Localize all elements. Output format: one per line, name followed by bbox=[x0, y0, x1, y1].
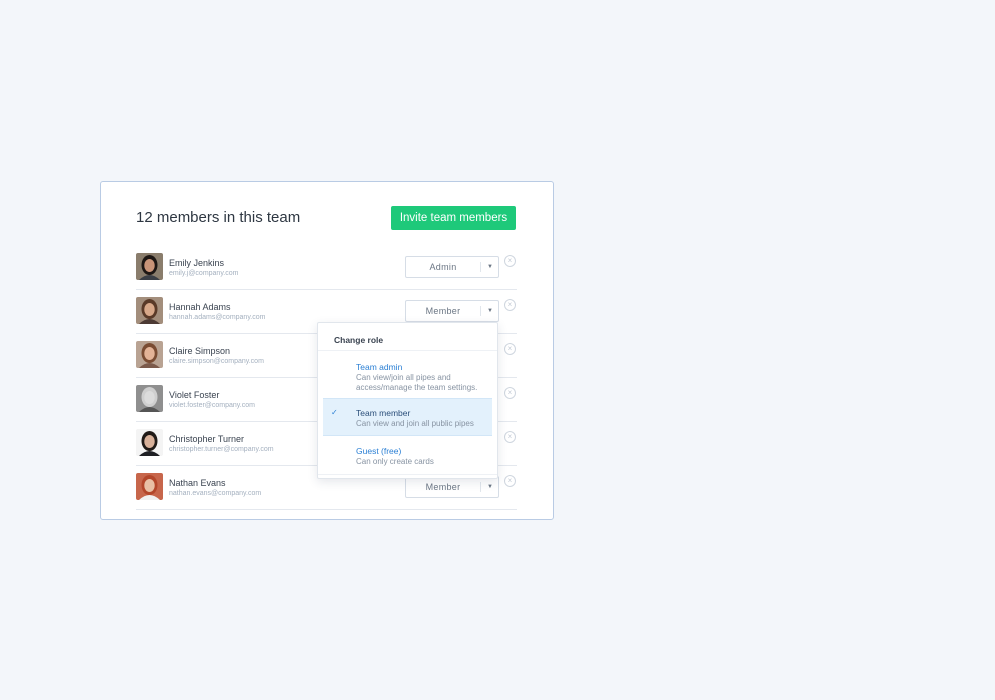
role-option-description: Can only create cards bbox=[356, 457, 434, 466]
role-select-value: Member bbox=[425, 306, 461, 316]
avatar bbox=[136, 253, 163, 280]
avatar bbox=[136, 341, 163, 368]
member-email: violet.foster@company.com bbox=[169, 402, 255, 409]
role-option-title: Guest (free) bbox=[356, 446, 402, 456]
role-option-team-admin[interactable]: Team admin Can view/join all pipes and a… bbox=[323, 356, 492, 396]
member-name: Violet Foster bbox=[169, 390, 220, 400]
avatar bbox=[136, 429, 163, 456]
caret-down-icon: ▼ bbox=[487, 264, 493, 270]
remove-member-icon[interactable]: × bbox=[504, 343, 516, 355]
member-name: Christopher Turner bbox=[169, 434, 245, 444]
page-title: 12 members in this team bbox=[136, 209, 301, 226]
member-name: Emily Jenkins bbox=[169, 258, 225, 268]
role-select[interactable]: Member ▼ bbox=[405, 300, 499, 322]
member-email: hannah.adams@company.com bbox=[169, 314, 266, 321]
member-email: nathan.evans@company.com bbox=[169, 490, 262, 497]
role-select-value: Admin bbox=[429, 262, 457, 272]
member-row: Emily Jenkins emily.j@company.com Admin ▼ × bbox=[136, 246, 517, 290]
remove-member-icon[interactable]: × bbox=[504, 299, 516, 311]
member-name: Hannah Adams bbox=[169, 302, 231, 312]
member-name: Nathan Evans bbox=[169, 478, 226, 488]
remove-member-icon[interactable]: × bbox=[504, 431, 516, 443]
divider bbox=[318, 474, 497, 475]
role-select-value: Member bbox=[425, 482, 461, 492]
caret-down-icon: ▼ bbox=[487, 308, 493, 314]
checkmark-icon: ✓ bbox=[331, 408, 338, 417]
role-select[interactable]: Admin ▼ bbox=[405, 256, 499, 278]
remove-member-icon[interactable]: × bbox=[504, 387, 516, 399]
dropdown-header: Change role bbox=[334, 335, 384, 345]
role-option-description: Can view/join all pipes and access/manag… bbox=[356, 373, 478, 392]
member-email: emily.j@company.com bbox=[169, 270, 239, 277]
role-option-team-member[interactable]: ✓ Team member Can view and join all publ… bbox=[323, 398, 492, 436]
remove-member-icon[interactable]: × bbox=[504, 255, 516, 267]
role-option-title: Team admin bbox=[356, 362, 403, 372]
avatar bbox=[136, 297, 163, 324]
avatar bbox=[136, 385, 163, 412]
member-email: claire.simpson@company.com bbox=[169, 358, 264, 365]
role-option-description: Can view and join all public pipes bbox=[356, 419, 474, 428]
member-name: Claire Simpson bbox=[169, 346, 231, 356]
avatar bbox=[136, 473, 163, 500]
role-option-title: Team member bbox=[356, 408, 411, 418]
divider bbox=[318, 350, 497, 351]
role-option-guest[interactable]: Guest (free) Can only create cards bbox=[323, 441, 492, 471]
invite-team-members-button[interactable]: Invite team members bbox=[391, 206, 516, 230]
member-email: christopher.turner@company.com bbox=[169, 446, 274, 453]
change-role-dropdown: Change role Team admin Can view/join all… bbox=[317, 322, 498, 479]
remove-member-icon[interactable]: × bbox=[504, 475, 516, 487]
caret-down-icon: ▼ bbox=[487, 484, 493, 490]
role-select[interactable]: Member ▼ bbox=[405, 476, 499, 498]
